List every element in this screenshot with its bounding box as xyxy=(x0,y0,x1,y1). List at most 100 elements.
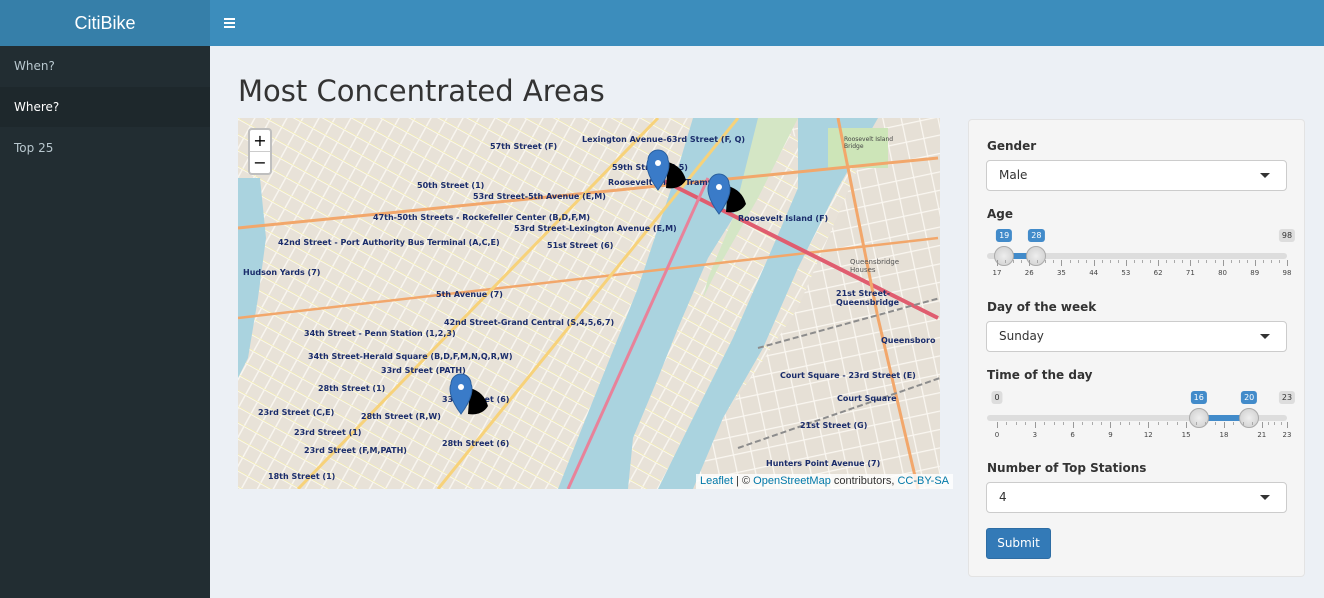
slider-minor-tick xyxy=(1025,422,1027,425)
sidebar-item-top25[interactable]: Top 25 xyxy=(0,128,210,168)
slider-minor-tick xyxy=(1278,260,1280,263)
leaflet-link[interactable]: Leaflet xyxy=(700,475,733,487)
slider-tick-label: 15 xyxy=(1181,431,1191,439)
slider-minor-tick xyxy=(1006,422,1008,425)
slider-tick xyxy=(1287,422,1288,428)
age-range-slider[interactable]: 98 19 28 17 26 35 44 53 62 71 80 89 98 xyxy=(987,220,1296,280)
slider-tick-label: 6 xyxy=(1070,431,1075,439)
slider-tick xyxy=(1190,260,1192,266)
station-marker[interactable] xyxy=(449,373,488,415)
slider-minor-tick xyxy=(1129,422,1131,425)
attribution-text: | © xyxy=(733,475,754,487)
slider-minor-tick xyxy=(1044,422,1046,425)
slider-tick-label: 89 xyxy=(1250,269,1260,277)
slider-tick-label: 98 xyxy=(1282,269,1292,277)
slider-minor-tick xyxy=(1233,422,1235,425)
slider-minor-tick xyxy=(1101,260,1103,263)
slider-minor-tick xyxy=(1274,422,1276,425)
chevron-down-icon xyxy=(1260,495,1270,500)
zoom-out-button[interactable]: − xyxy=(250,152,270,173)
slider-minor-tick xyxy=(1063,422,1065,425)
station-marker[interactable] xyxy=(707,173,746,215)
slider-tick xyxy=(1148,422,1150,428)
slider-minor-tick xyxy=(1082,422,1084,425)
slider-max-label: 98 xyxy=(1278,229,1296,242)
slider-tick xyxy=(1093,260,1095,266)
osm-link[interactable]: OpenStreetMap xyxy=(753,475,831,487)
slider-minor-tick xyxy=(1176,422,1178,425)
slider-minor-tick xyxy=(1157,422,1159,425)
gender-select[interactable]: Male xyxy=(986,160,1287,191)
slider-minor-tick xyxy=(1150,260,1152,263)
slider-minor-tick xyxy=(1280,422,1282,425)
slider-minor-tick xyxy=(1077,260,1079,263)
sidebar-item-where[interactable]: Where? xyxy=(0,87,210,127)
slider-minor-tick xyxy=(1133,260,1135,263)
slider-minor-tick xyxy=(1214,422,1216,425)
slider-minor-tick xyxy=(1268,422,1270,425)
slider-tick xyxy=(997,260,998,266)
slider-minor-tick xyxy=(1085,260,1087,263)
slider-minor-tick xyxy=(1166,260,1168,263)
slider-minor-tick xyxy=(1214,260,1216,263)
slider-minor-tick xyxy=(1013,260,1015,263)
slider-tick xyxy=(1222,260,1224,266)
slider-minor-tick xyxy=(1021,260,1023,263)
sidebar-item-when[interactable]: When? xyxy=(0,46,210,86)
page-title: Most Concentrated Areas xyxy=(238,74,605,108)
sidebar: When? Where? Top 25 xyxy=(0,46,210,598)
top-navbar xyxy=(210,0,1324,46)
slider-tick-label: 26 xyxy=(1024,269,1034,277)
slider-minor-tick xyxy=(1252,422,1254,425)
slider-minor-tick xyxy=(1246,260,1248,263)
slider-minor-tick xyxy=(1053,422,1055,425)
slider-tick-label: 3 xyxy=(1032,431,1038,439)
slider-tick xyxy=(1158,260,1160,266)
gender-label: Gender xyxy=(987,139,1037,153)
slider-minor-tick xyxy=(1205,422,1207,425)
time-label: Time of the day xyxy=(987,368,1093,382)
slider-tick-label: 53 xyxy=(1121,269,1131,277)
slider-min-label: 0 xyxy=(991,391,1003,404)
zoom-in-button[interactable]: + xyxy=(250,130,270,151)
gender-value: Male xyxy=(999,168,1028,182)
slider-minor-tick xyxy=(1167,422,1169,425)
chevron-down-icon xyxy=(1260,173,1270,178)
slider-minor-tick xyxy=(1091,422,1093,425)
sidebar-toggle-icon[interactable] xyxy=(222,13,238,33)
time-range-slider[interactable]: 0 23 16 20 0 3 6 9 12 15 18 21 23 xyxy=(987,382,1296,442)
slider-tick-label: 71 xyxy=(1185,269,1195,277)
slider-minor-tick xyxy=(1109,260,1111,263)
slider-tick xyxy=(997,422,998,428)
slider-tick xyxy=(1261,422,1263,428)
slider-tick-label: 9 xyxy=(1108,431,1113,439)
slider-minor-tick xyxy=(1119,422,1121,425)
slider-handle-to[interactable] xyxy=(1239,408,1260,428)
slider-minor-tick xyxy=(1238,260,1240,263)
top-stations-value: 4 xyxy=(999,490,1007,504)
age-label: Age xyxy=(987,207,1014,221)
slider-tick-label: 17 xyxy=(992,269,1002,277)
app-title: CitiBike xyxy=(74,12,136,33)
slider-minor-tick xyxy=(1138,422,1140,425)
slider-minor-tick xyxy=(1242,422,1244,425)
slider-handle-from[interactable] xyxy=(1188,408,1209,428)
slider-tick-label: 23 xyxy=(1282,431,1292,439)
slider-minor-tick xyxy=(1045,260,1047,263)
day-select[interactable]: Sunday xyxy=(986,321,1287,352)
slider-tick-label: 0 xyxy=(994,431,1000,439)
slider-minor-tick xyxy=(1198,260,1200,263)
slider-tick-label: 21 xyxy=(1257,431,1267,439)
slider-tick xyxy=(1061,260,1063,266)
top-stations-label: Number of Top Stations xyxy=(987,461,1147,475)
license-link[interactable]: CC-BY-SA xyxy=(897,475,949,487)
slider-minor-tick xyxy=(1015,422,1017,425)
station-marker[interactable] xyxy=(646,149,686,191)
app-logo[interactable]: CitiBike xyxy=(0,0,210,46)
slider-tick xyxy=(1125,260,1127,266)
slider-minor-tick xyxy=(1206,260,1208,263)
leaflet-map[interactable]: Lexington Avenue-63rd Street (F, Q) 57th… xyxy=(238,118,940,489)
slider-tick xyxy=(1110,422,1112,428)
top-stations-select[interactable]: 4 xyxy=(986,482,1287,513)
submit-button[interactable]: Submit xyxy=(986,528,1051,559)
